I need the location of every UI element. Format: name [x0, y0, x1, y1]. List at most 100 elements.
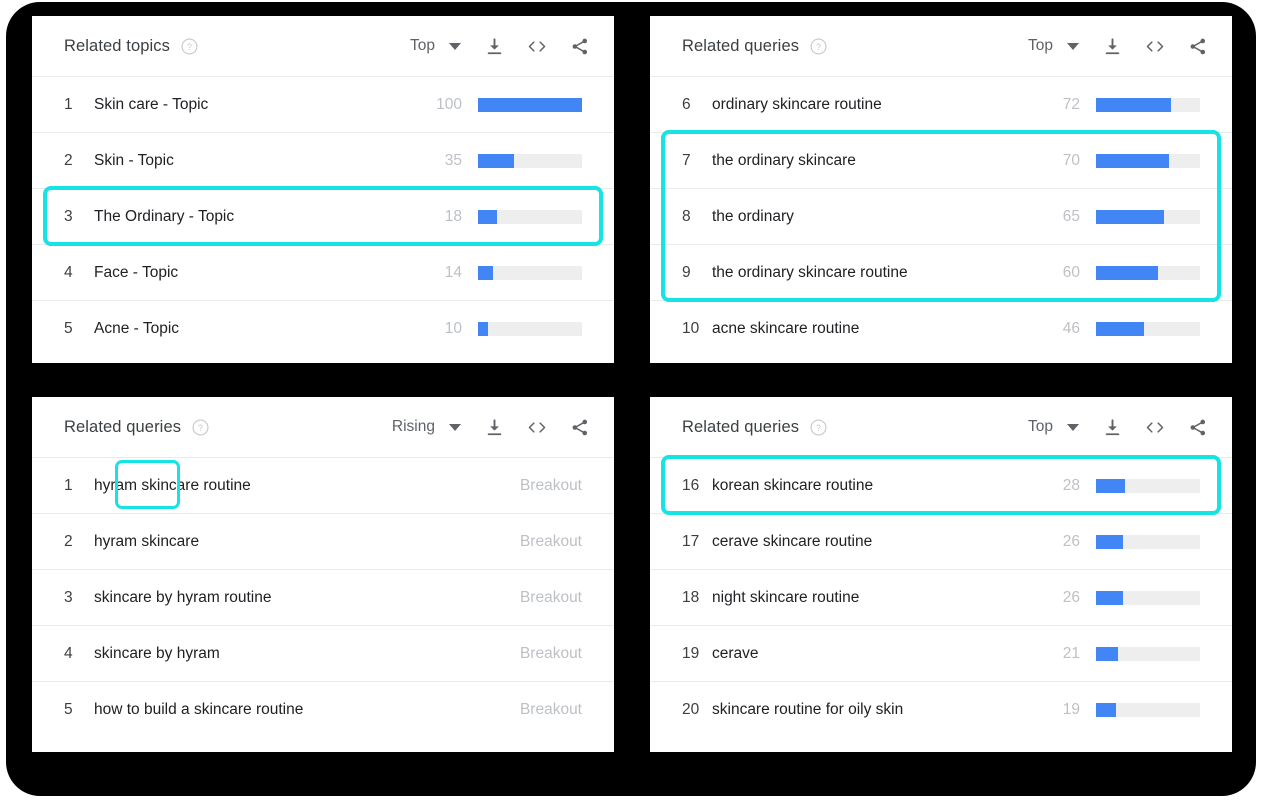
row-bar-track: [478, 265, 582, 280]
download-icon[interactable]: [1103, 418, 1122, 437]
share-icon[interactable]: [570, 37, 590, 56]
row-value: 26: [1062, 532, 1080, 550]
embed-code-icon[interactable]: [526, 37, 548, 56]
table-row[interactable]: 8 the ordinary 65: [650, 188, 1232, 244]
row-rank: 10: [682, 319, 700, 337]
row-rank: 3: [64, 588, 73, 606]
row-bar-fill: [1096, 590, 1124, 605]
download-icon[interactable]: [1103, 37, 1122, 56]
download-button[interactable]: [1079, 37, 1122, 56]
row-bar-fill: [1096, 209, 1164, 224]
table-row[interactable]: 5 how to build a skincare routine Breakout: [32, 681, 614, 737]
sort-dropdown[interactable]: Rising: [392, 418, 461, 436]
row-bar-fill: [478, 265, 493, 280]
table-row[interactable]: 4 skincare by hyram Breakout: [32, 625, 614, 681]
help-icon-wrapper[interactable]: ?: [170, 37, 198, 55]
table-row[interactable]: 19 cerave 21: [650, 625, 1232, 681]
sort-dropdown-label: Rising: [391, 418, 435, 435]
table-row[interactable]: 2 Skin - Topic 35: [32, 132, 614, 188]
table-row[interactable]: 20 skincare routine for oily skin 19: [650, 681, 1232, 737]
table-row[interactable]: 18 night skincare routine 26: [650, 569, 1232, 625]
row-value: 100: [436, 95, 462, 113]
share-icon[interactable]: [570, 418, 590, 437]
row-bar-track: [478, 97, 582, 112]
embed-button[interactable]: [1122, 418, 1166, 437]
share-button[interactable]: [548, 37, 590, 56]
table-row[interactable]: 2 hyram skincare Breakout: [32, 513, 614, 569]
row-rank: 2: [64, 151, 73, 169]
share-button[interactable]: [1166, 37, 1208, 56]
help-circle-icon[interactable]: ?: [192, 418, 209, 436]
help-icon-wrapper[interactable]: ?: [799, 37, 827, 55]
row-label: acne skincare routine: [712, 319, 860, 337]
row-bar-fill: [478, 321, 489, 336]
chevron-down-icon[interactable]: [449, 423, 461, 431]
table-row[interactable]: 17 cerave skincare routine 26: [650, 513, 1232, 569]
row-label: korean skincare routine: [712, 476, 874, 494]
row-value: 10: [444, 319, 462, 337]
chevron-down-icon[interactable]: [1067, 423, 1079, 431]
row-rank: 19: [682, 644, 700, 662]
row-rank: 5: [64, 319, 73, 337]
table-row[interactable]: 3 skincare by hyram routine Breakout: [32, 569, 614, 625]
download-button[interactable]: [461, 418, 504, 437]
row-bar-fill: [1096, 702, 1116, 717]
row-value: 46: [1062, 319, 1080, 337]
table-row[interactable]: 4 Face - Topic 14: [32, 244, 614, 300]
table-row[interactable]: 1 Skin care - Topic 100: [32, 76, 614, 132]
sort-dropdown[interactable]: Top: [410, 37, 461, 55]
share-button[interactable]: [1166, 418, 1208, 437]
panel-title: Related queries: [682, 417, 800, 436]
row-bar-track: [1096, 97, 1200, 112]
help-icon-wrapper[interactable]: ?: [181, 418, 209, 436]
table-row[interactable]: 10 acne skincare routine 46: [650, 300, 1232, 356]
download-icon[interactable]: [485, 418, 504, 437]
row-label: cerave skincare routine: [712, 532, 873, 550]
row-value: 26: [1062, 588, 1080, 606]
row-label: The Ordinary - Topic: [94, 207, 235, 225]
sort-dropdown[interactable]: Top: [1028, 37, 1079, 55]
row-value: Breakout: [519, 644, 582, 662]
table-row[interactable]: 16 korean skincare routine 28: [650, 457, 1232, 513]
chevron-down-icon[interactable]: [449, 42, 461, 50]
embed-button[interactable]: [504, 37, 548, 56]
embed-button[interactable]: [504, 418, 548, 437]
chevron-down-icon[interactable]: [1067, 42, 1079, 50]
embed-code-icon[interactable]: [1144, 418, 1166, 437]
embed-button[interactable]: [1122, 37, 1166, 56]
help-circle-icon[interactable]: ?: [810, 418, 827, 436]
table-row[interactable]: 7 the ordinary skincare 70: [650, 132, 1232, 188]
svg-text:?: ?: [816, 41, 821, 51]
share-icon[interactable]: [1188, 418, 1208, 437]
row-bar-track: [478, 209, 582, 224]
row-rank: 17: [682, 532, 700, 550]
sort-dropdown[interactable]: Top: [1028, 418, 1079, 436]
row-rank: 7: [682, 151, 691, 169]
panel-title: Related queries: [682, 36, 800, 55]
download-icon[interactable]: [485, 37, 504, 56]
embed-code-icon[interactable]: [526, 418, 548, 437]
download-button[interactable]: [461, 37, 504, 56]
table-row[interactable]: 6 ordinary skincare routine 72: [650, 76, 1232, 132]
help-circle-icon[interactable]: ?: [181, 37, 198, 55]
panel-header: Related queries? Top: [650, 397, 1232, 457]
help-circle-icon[interactable]: ?: [810, 37, 827, 55]
table-row[interactable]: 5 Acne - Topic 10: [32, 300, 614, 356]
row-value: 18: [444, 207, 462, 225]
share-icon[interactable]: [1188, 37, 1208, 56]
row-rank: 1: [64, 476, 73, 494]
row-bar-track: [1096, 209, 1200, 224]
sort-dropdown-label: Top: [1028, 37, 1053, 54]
help-icon-wrapper[interactable]: ?: [799, 418, 827, 436]
panel-header-actions: Top: [1028, 418, 1208, 437]
row-bar-track: [478, 321, 582, 336]
embed-code-icon[interactable]: [1144, 37, 1166, 56]
share-button[interactable]: [548, 418, 590, 437]
table-row[interactable]: 9 the ordinary skincare routine 60: [650, 244, 1232, 300]
row-value: Breakout: [519, 588, 582, 606]
table-row[interactable]: 3 The Ordinary - Topic 18: [32, 188, 614, 244]
panel-related-queries-rising: Related queries? Rising 1 hyram skincare ro…: [32, 397, 614, 752]
table-row[interactable]: 1 hyram skincare routine Breakout: [32, 457, 614, 513]
row-bar-fill: [1096, 153, 1169, 168]
download-button[interactable]: [1079, 418, 1122, 437]
